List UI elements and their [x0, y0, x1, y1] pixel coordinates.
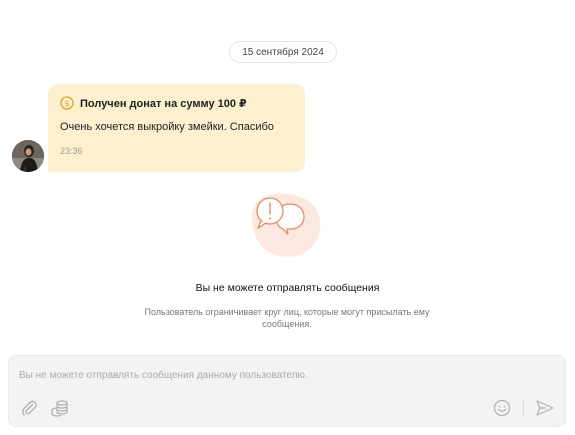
toolbar-divider: [523, 399, 524, 417]
message-composer: [8, 355, 566, 427]
avatar[interactable]: [12, 140, 44, 172]
chat-page: 15 сентября 2024 $ Получен донат на сумм…: [0, 0, 575, 435]
blocked-description: Пользователь ограничивает круг лиц, кото…: [144, 307, 430, 329]
paperclip-icon[interactable]: [20, 399, 38, 417]
message-timestamp: 23:36: [60, 146, 83, 156]
donation-header: $ Получен донат на сумму 100 ₽: [60, 95, 293, 111]
date-divider-label: 15 сентября 2024: [242, 46, 324, 58]
blocked-title: Вы не можете отправлять сообщения: [195, 282, 380, 294]
send-icon[interactable]: [535, 399, 555, 417]
coins-stack-icon[interactable]: [50, 399, 70, 417]
smiley-icon[interactable]: [493, 399, 511, 417]
chat-bubbles-warning-icon: [240, 190, 326, 260]
message-bubble: $ Получен донат на сумму 100 ₽ Очень хоч…: [48, 84, 305, 172]
donation-title: Получен донат на сумму 100 ₽: [80, 97, 247, 110]
message-input[interactable]: [19, 368, 539, 382]
svg-text:$: $: [64, 99, 69, 108]
message-text: Очень хочется выкройку змейки. Спасибо: [60, 121, 274, 133]
coin-icon: $: [60, 96, 74, 110]
avatar-photo: [12, 140, 44, 172]
date-divider: 15 сентября 2024: [229, 41, 337, 63]
